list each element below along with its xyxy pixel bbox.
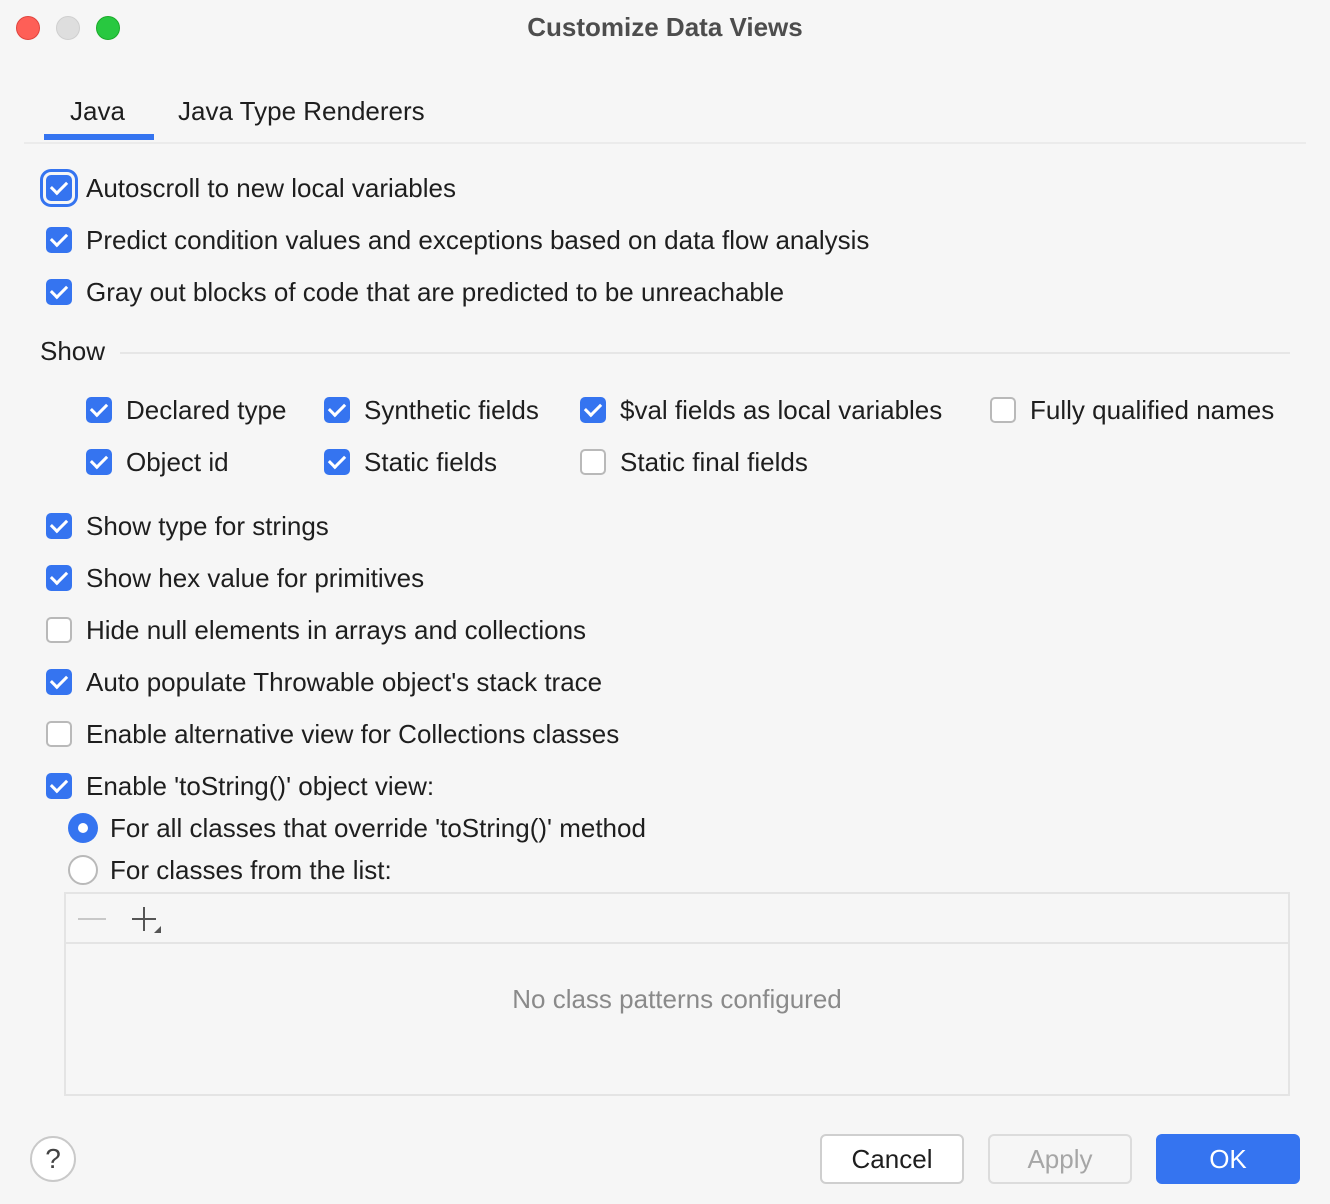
gray-out-unreachable-checkbox[interactable]: [46, 279, 72, 305]
option-show-type-for-strings[interactable]: Show type for strings: [46, 506, 329, 546]
option-gray-out-unreachable[interactable]: Gray out blocks of code that are predict…: [46, 272, 784, 312]
option-hide-null-elements[interactable]: Hide null elements in arrays and collect…: [46, 610, 586, 650]
enable-tostring-view-checkbox[interactable]: [46, 773, 72, 799]
alternative-collections-view-label: Enable alternative view for Collections …: [86, 718, 620, 749]
val-fields-label: $val fields as local variables: [620, 394, 943, 425]
option-predict-condition-values[interactable]: Predict condition values and exceptions …: [46, 220, 869, 260]
selected-tab-indicator: [44, 134, 154, 140]
static-final-fields-checkbox[interactable]: [580, 449, 606, 475]
class-patterns-list: No class patterns configured: [64, 892, 1290, 1096]
radio-all-classes-override-tostring[interactable]: For all classes that override 'toString(…: [68, 808, 646, 848]
show-type-for-strings-checkbox[interactable]: [46, 513, 72, 539]
val-fields-checkbox[interactable]: [580, 397, 606, 423]
window-title: Customize Data Views: [527, 12, 803, 42]
all-classes-radio[interactable]: [68, 813, 98, 843]
hide-null-elements-label: Hide null elements in arrays and collect…: [86, 614, 587, 645]
object-id-label: Object id: [126, 446, 229, 477]
option-alternative-collections-view[interactable]: Enable alternative view for Collections …: [46, 714, 619, 754]
show-section-title: Show: [40, 336, 106, 366]
all-classes-label: For all classes that override 'toString(…: [110, 812, 646, 843]
static-fields-label: Static fields: [364, 446, 497, 477]
declared-type-label: Declared type: [126, 394, 287, 425]
option-auto-populate-stack-trace[interactable]: Auto populate Throwable object's stack t…: [46, 662, 602, 702]
show-type-for-strings-label: Show type for strings: [86, 510, 329, 541]
tab-bar: Java Java Type Renderers: [24, 90, 1306, 144]
add-icon[interactable]: [130, 904, 161, 934]
list-toolbar: [66, 894, 1288, 944]
fully-qualified-names-checkbox[interactable]: [990, 397, 1016, 423]
ok-button[interactable]: OK: [1156, 1134, 1300, 1184]
predict-condition-values-checkbox[interactable]: [46, 227, 72, 253]
autoscroll-checkbox[interactable]: [46, 175, 72, 201]
show-static-final-fields[interactable]: Static final fields: [580, 442, 808, 482]
apply-button[interactable]: Apply: [988, 1134, 1132, 1184]
classes-from-list-radio[interactable]: [68, 855, 98, 885]
cancel-button[interactable]: Cancel: [820, 1134, 964, 1184]
show-hex-value-label: Show hex value for primitives: [86, 562, 425, 593]
customize-data-views-dialog: Customize Data Views Java Java Type Rend…: [0, 0, 1330, 1204]
show-hex-value-checkbox[interactable]: [46, 565, 72, 591]
predict-condition-values-label: Predict condition values and exceptions …: [86, 224, 870, 255]
show-static-fields[interactable]: Static fields: [324, 442, 497, 482]
fully-qualified-names-label: Fully qualified names: [1030, 394, 1275, 425]
enable-tostring-view-label: Enable 'toString()' object view:: [86, 770, 435, 801]
gray-out-unreachable-label: Gray out blocks of code that are predict…: [86, 276, 785, 307]
tab-java-type-renderers[interactable]: Java Type Renderers: [178, 96, 425, 127]
object-id-checkbox[interactable]: [86, 449, 112, 475]
classes-from-list-label: For classes from the list:: [110, 854, 392, 885]
auto-populate-stack-trace-checkbox[interactable]: [46, 669, 72, 695]
title-bar: Customize Data Views: [0, 0, 1330, 56]
show-val-fields[interactable]: $val fields as local variables: [580, 390, 942, 430]
show-fully-qualified-names[interactable]: Fully qualified names: [990, 390, 1274, 430]
option-show-hex-value[interactable]: Show hex value for primitives: [46, 558, 424, 598]
option-autoscroll[interactable]: Autoscroll to new local variables: [46, 168, 456, 208]
alternative-collections-view-checkbox[interactable]: [46, 721, 72, 747]
show-synthetic-fields[interactable]: Synthetic fields: [324, 390, 539, 430]
static-final-fields-label: Static final fields: [620, 446, 808, 477]
show-declared-type[interactable]: Declared type: [86, 390, 286, 430]
hide-null-elements-checkbox[interactable]: [46, 617, 72, 643]
empty-list-message: No class patterns configured: [512, 984, 842, 1014]
option-enable-tostring-view[interactable]: Enable 'toString()' object view:: [46, 766, 434, 806]
synthetic-fields-label: Synthetic fields: [364, 394, 539, 425]
tab-java[interactable]: Java: [70, 96, 125, 127]
synthetic-fields-checkbox[interactable]: [324, 397, 350, 423]
declared-type-checkbox[interactable]: [86, 397, 112, 423]
help-icon[interactable]: ?: [30, 1136, 76, 1182]
show-object-id[interactable]: Object id: [86, 442, 229, 482]
static-fields-checkbox[interactable]: [324, 449, 350, 475]
radio-classes-from-list[interactable]: For classes from the list:: [68, 850, 392, 890]
remove-icon[interactable]: [78, 918, 106, 920]
show-section-divider: [120, 352, 1290, 354]
autoscroll-label: Autoscroll to new local variables: [86, 172, 456, 203]
auto-populate-stack-trace-label: Auto populate Throwable object's stack t…: [86, 666, 603, 697]
